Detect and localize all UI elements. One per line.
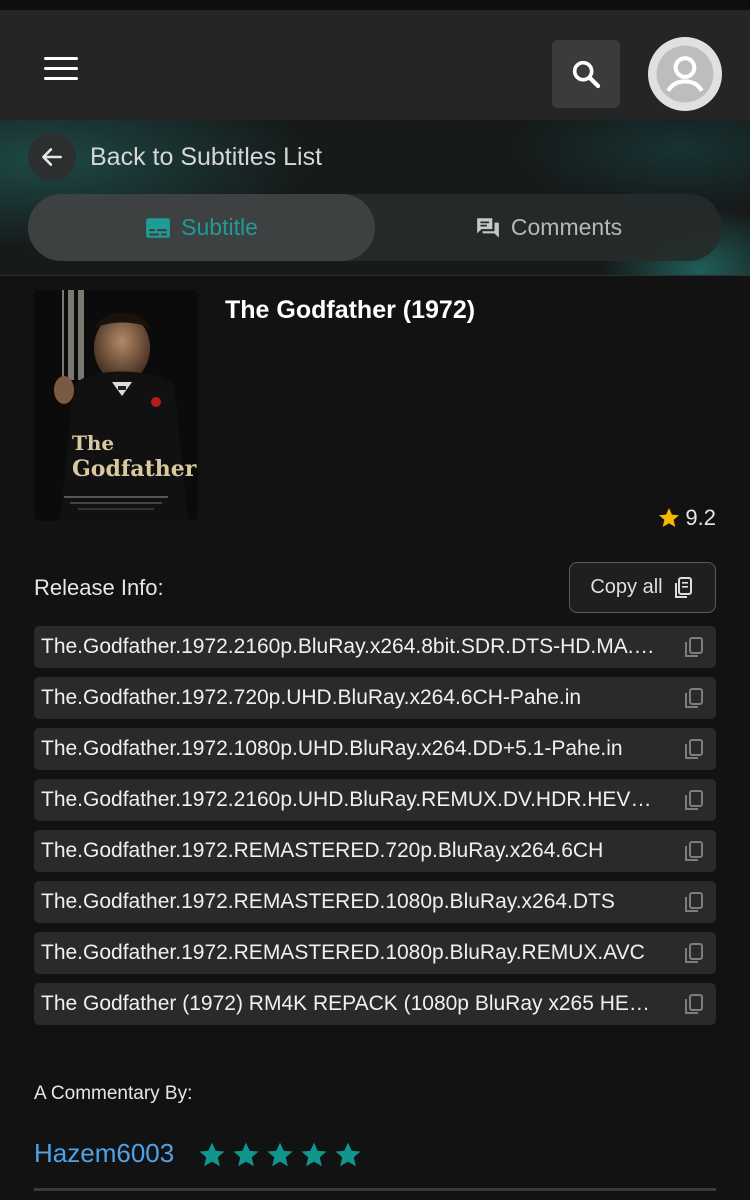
tab-subtitle-label: Subtitle bbox=[181, 214, 258, 240]
hero-section: Back to Subtitles List Subtitle Comments bbox=[0, 120, 750, 276]
copy-icon bbox=[674, 576, 692, 598]
star-icon bbox=[659, 508, 680, 527]
hamburger-menu-icon[interactable] bbox=[44, 57, 78, 83]
copy-icon[interactable] bbox=[682, 686, 706, 710]
star-icon bbox=[233, 1142, 259, 1167]
release-list: The.Godfather.1972.2160p.BluRay.x264.8bi… bbox=[34, 626, 716, 1034]
release-name[interactable]: The.Godfather.1972.REMASTERED.1080p.BluR… bbox=[41, 941, 661, 965]
back-arrow-icon bbox=[28, 133, 76, 181]
release-name[interactable]: The.Godfather.1972.REMASTERED.1080p.BluR… bbox=[41, 890, 661, 914]
commentary-label: A Commentary By: bbox=[34, 1083, 193, 1104]
release-item: The.Godfather.1972.720p.UHD.BluRay.x264.… bbox=[34, 677, 716, 719]
back-link-label: Back to Subtitles List bbox=[90, 142, 323, 171]
star-icon bbox=[335, 1142, 361, 1167]
copy-icon[interactable] bbox=[682, 941, 706, 965]
commentary-author-link[interactable]: Hazem6003 bbox=[34, 1138, 174, 1169]
search-icon bbox=[572, 60, 601, 89]
release-name[interactable]: The Godfather (1972) RM4K REPACK (1080p … bbox=[41, 992, 661, 1016]
release-item: The.Godfather.1972.REMASTERED.720p.BluRa… bbox=[34, 830, 716, 872]
svg-text:Godfather: Godfather bbox=[72, 456, 197, 482]
release-item: The.Godfather.1972.REMASTERED.1080p.BluR… bbox=[34, 932, 716, 974]
user-avatar-icon bbox=[656, 45, 714, 103]
release-item: The.Godfather.1972.2160p.BluRay.x264.8bi… bbox=[34, 626, 716, 668]
star-icon bbox=[301, 1142, 327, 1167]
svg-text:The: The bbox=[72, 431, 114, 455]
copy-all-label: Copy all bbox=[590, 576, 663, 598]
star-icon bbox=[267, 1142, 293, 1167]
section-divider bbox=[34, 1188, 716, 1191]
release-item: The Godfather (1972) RM4K REPACK (1080p … bbox=[34, 983, 716, 1025]
release-item: The.Godfather.1972.2160p.UHD.BluRay.REMU… bbox=[34, 779, 716, 821]
release-info-label: Release Info: bbox=[34, 575, 164, 600]
release-name[interactable]: The.Godfather.1972.2160p.UHD.BluRay.REMU… bbox=[41, 788, 661, 812]
copy-icon[interactable] bbox=[682, 890, 706, 914]
app-bar bbox=[0, 0, 750, 120]
copy-all-button[interactable]: Copy all bbox=[569, 562, 716, 613]
tab-comments-label: Comments bbox=[510, 214, 623, 240]
rating-value: 9.2 bbox=[685, 505, 716, 530]
copy-icon[interactable] bbox=[682, 992, 706, 1016]
tab-subtitle[interactable]: Subtitle bbox=[28, 194, 375, 261]
user-avatar[interactable] bbox=[648, 37, 722, 111]
release-name[interactable]: The.Godfather.1972.1080p.UHD.BluRay.x264… bbox=[41, 737, 661, 761]
search-button[interactable] bbox=[552, 40, 620, 108]
tab-comments[interactable]: Comments bbox=[375, 194, 722, 261]
star-icon bbox=[199, 1142, 225, 1167]
movie-poster: The Godfather bbox=[34, 290, 198, 521]
comments-icon bbox=[477, 217, 499, 238]
release-item: The.Godfather.1972.1080p.UHD.BluRay.x264… bbox=[34, 728, 716, 770]
release-name[interactable]: The.Godfather.1972.2160p.BluRay.x264.8bi… bbox=[41, 635, 661, 659]
movie-rating: 9.2 bbox=[657, 505, 716, 531]
tab-bar: Subtitle Comments bbox=[28, 194, 722, 261]
copy-icon[interactable] bbox=[682, 737, 706, 761]
movie-title: The Godfather (1972) bbox=[225, 296, 476, 324]
release-item: The.Godfather.1972.REMASTERED.1080p.BluR… bbox=[34, 881, 716, 923]
subtitles-icon bbox=[146, 217, 171, 238]
copy-icon[interactable] bbox=[682, 839, 706, 863]
copy-icon[interactable] bbox=[682, 788, 706, 812]
release-name[interactable]: The.Godfather.1972.REMASTERED.720p.BluRa… bbox=[41, 839, 661, 863]
back-to-list-link[interactable]: Back to Subtitles List bbox=[28, 133, 322, 181]
copy-icon[interactable] bbox=[682, 635, 706, 659]
release-name[interactable]: The.Godfather.1972.720p.UHD.BluRay.x264.… bbox=[41, 686, 661, 710]
author-rating-stars bbox=[197, 1140, 367, 1170]
